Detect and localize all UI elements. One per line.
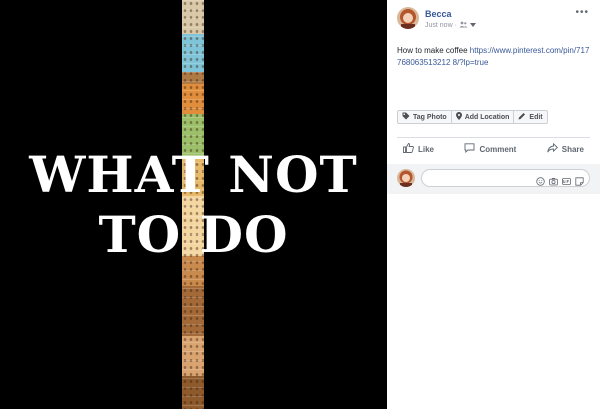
share-button[interactable]: Share [541, 142, 590, 155]
post-body: How to make coffee [397, 46, 470, 55]
share-arrow-icon [547, 142, 558, 155]
emoji-icon[interactable] [536, 173, 545, 191]
thumbs-up-icon [403, 143, 414, 155]
share-label: Share [561, 144, 584, 154]
comment-tools [536, 173, 584, 191]
author-avatar[interactable] [397, 7, 419, 29]
sticker-icon[interactable] [575, 173, 584, 191]
comment-input[interactable] [421, 169, 590, 187]
like-label: Like [418, 144, 435, 154]
more-options-icon[interactable]: ••• [575, 7, 589, 18]
pencil-icon [518, 112, 526, 122]
tag-photo-label: Tag Photo [413, 113, 447, 121]
location-pin-icon [455, 112, 462, 122]
gif-icon[interactable] [562, 173, 571, 191]
post-meta: Just now · [425, 21, 476, 30]
tag-photo-button[interactable]: Tag Photo [398, 111, 452, 123]
overlay-headline-line1: WHAT NOT [29, 145, 358, 204]
reaction-bar: Like Comment Share [397, 142, 590, 155]
comment-button[interactable]: Comment [458, 143, 522, 155]
comment-label: Comment [479, 144, 517, 154]
add-location-button[interactable]: Add Location [452, 111, 515, 123]
chevron-down-icon[interactable] [469, 22, 476, 29]
overlay-headline-line2: TO DO [98, 205, 289, 264]
tag-icon [402, 112, 410, 122]
photo-action-bar: Tag Photo Add Location Edit [397, 110, 548, 124]
divider [397, 137, 590, 138]
add-location-label: Add Location [464, 113, 510, 121]
timestamp[interactable]: Just now [425, 22, 453, 29]
comment-bubble-icon [464, 143, 475, 155]
friends-icon[interactable] [459, 21, 468, 30]
photo-viewer: WHAT NOT TO DO [0, 0, 387, 409]
commenter-avatar [397, 169, 415, 187]
author-name[interactable]: Becca [425, 9, 452, 19]
post-panel: Becca Just now · ••• How to make coffee … [387, 0, 600, 409]
like-button[interactable]: Like [397, 143, 440, 155]
edit-label: Edit [529, 113, 543, 121]
camera-icon[interactable] [549, 173, 558, 191]
edit-button[interactable]: Edit [514, 111, 546, 123]
post-text: How to make coffee https://www.pinterest… [397, 45, 593, 68]
